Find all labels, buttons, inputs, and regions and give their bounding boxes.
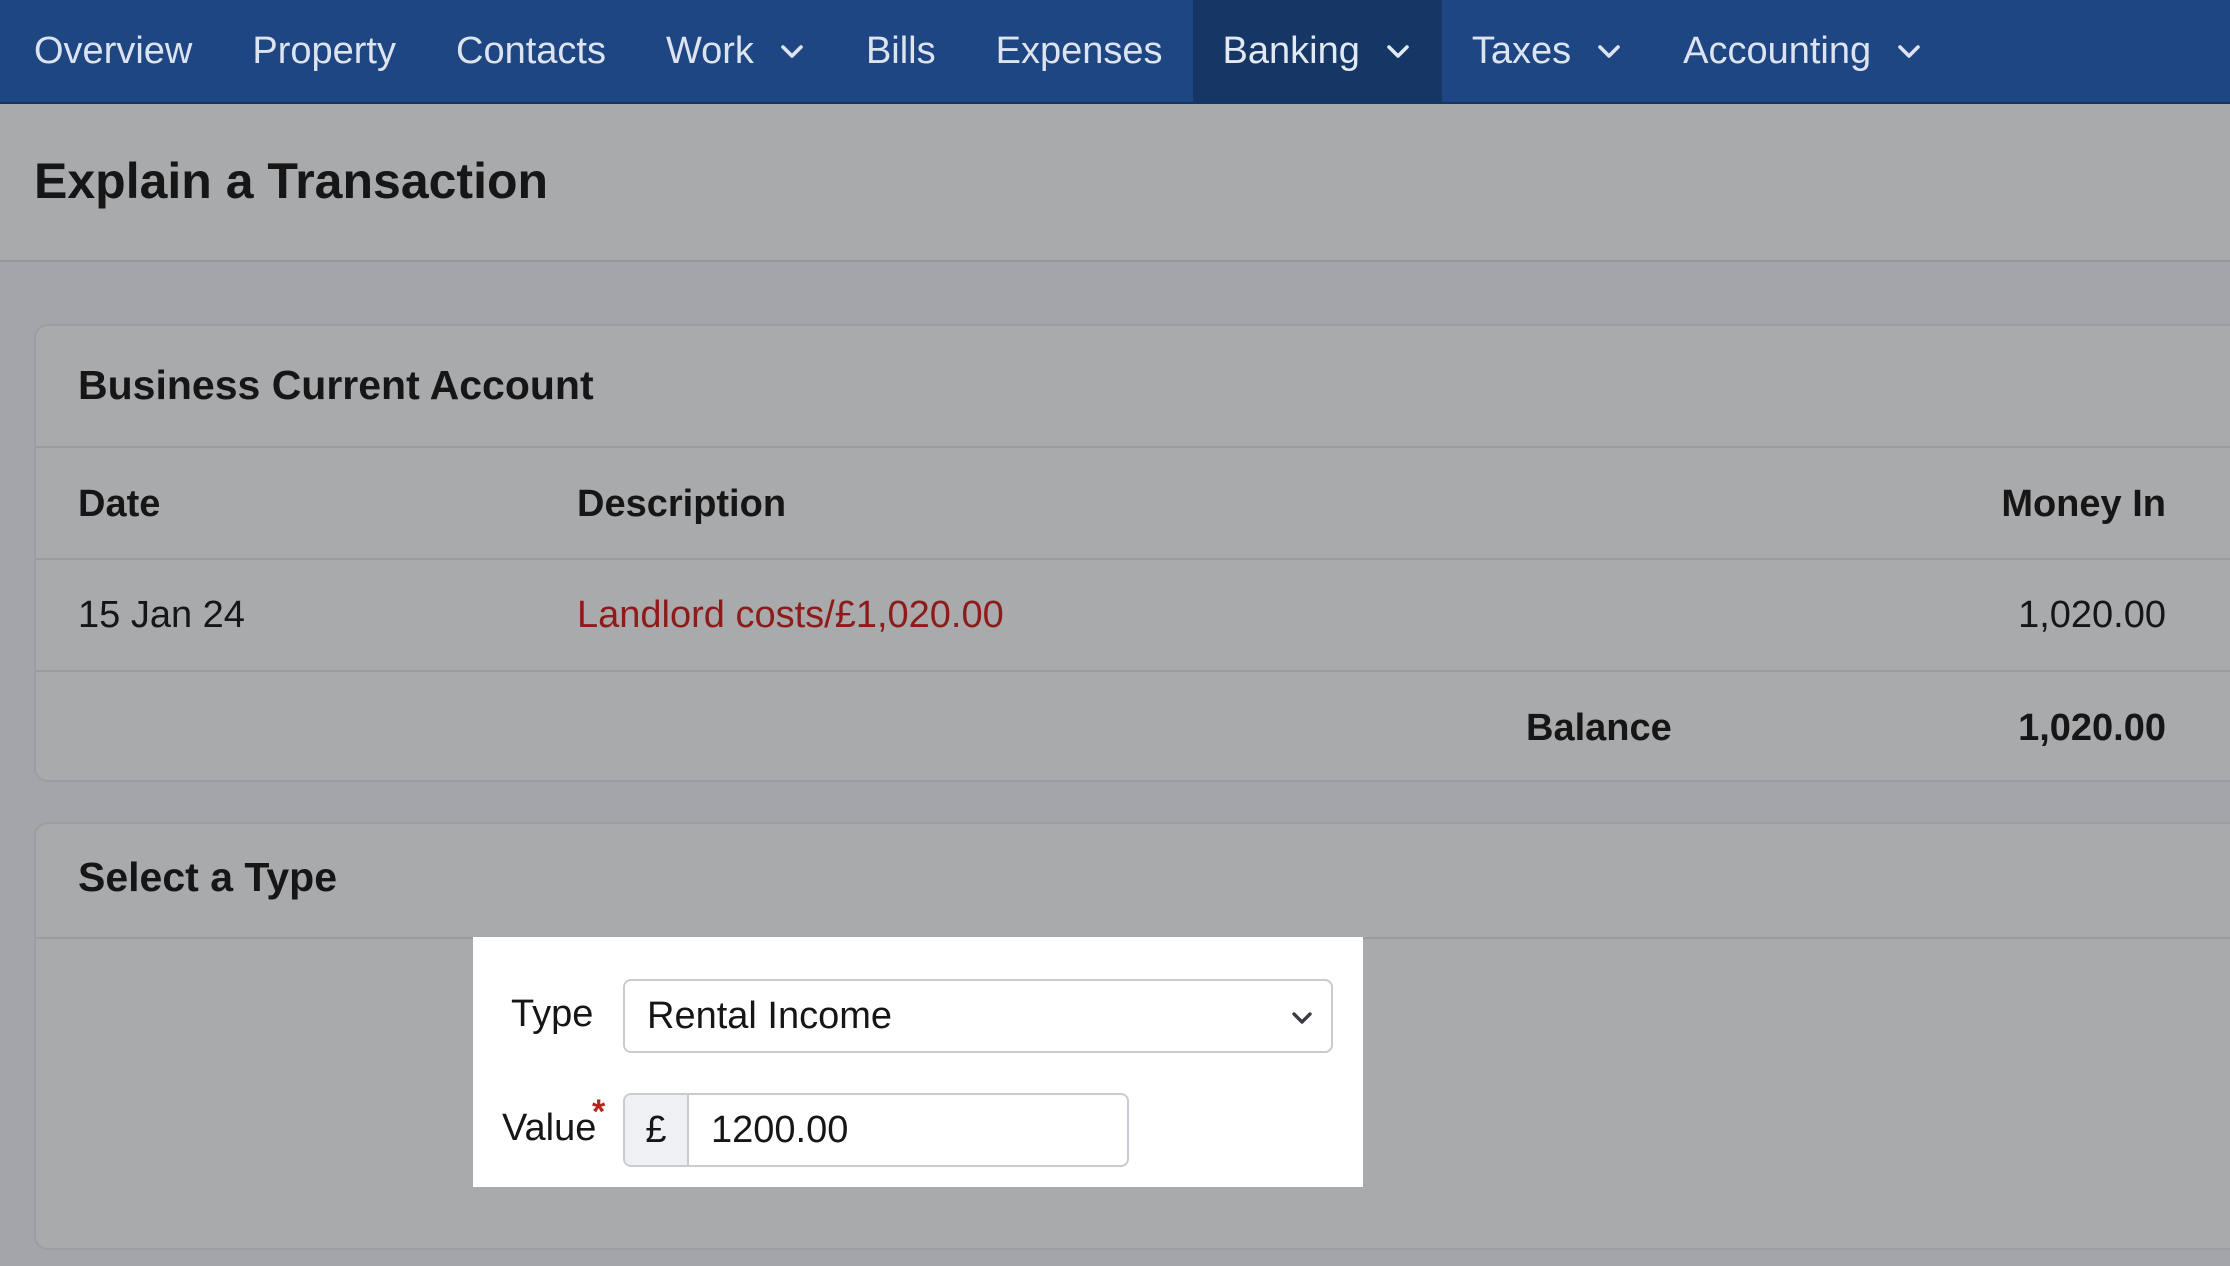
divider <box>36 558 2230 560</box>
column-header-description: Description <box>577 483 787 525</box>
nav-item-property[interactable]: Property <box>222 0 426 102</box>
nav-item-banking[interactable]: Banking <box>1192 0 1442 102</box>
row-description-link[interactable]: Landlord costs/£1,020.00 <box>577 594 1004 637</box>
type-select-value: Rental Income <box>647 995 893 1037</box>
nav-item-label: Taxes <box>1471 29 1572 72</box>
type-form: Type Rental Income Value * £ <box>473 937 1363 1187</box>
nav-item-label: Contacts <box>456 29 606 72</box>
chevron-down-icon <box>1289 1005 1315 1031</box>
nav-item-overview[interactable]: Overview <box>0 0 222 102</box>
divider <box>36 670 2230 672</box>
divider <box>36 446 2230 448</box>
type-label: Type <box>511 993 594 1035</box>
nav-item-contacts[interactable]: Contacts <box>426 0 636 102</box>
page-header: Explain a Transaction <box>0 104 2230 262</box>
nav-item-bills[interactable]: Bills <box>836 0 966 102</box>
nav-item-expenses[interactable]: Expenses <box>966 0 1193 102</box>
nav-item-label: Property <box>252 29 396 72</box>
row-date: 15 Jan 24 <box>78 594 245 636</box>
balance-value: 1,020.00 <box>2018 707 2166 749</box>
nav-item-label: Expenses <box>995 29 1163 72</box>
top-nav: Overview Property Contacts Work Bills Ex… <box>0 0 2230 104</box>
value-input-group: £ <box>623 1093 1129 1167</box>
type-select[interactable]: Rental Income <box>623 979 1333 1053</box>
chevron-down-icon <box>1895 37 1923 65</box>
row-money-in: 1,020.00 <box>2018 594 2166 636</box>
account-card: Business Current Account Date Descriptio… <box>34 324 2230 782</box>
type-card-title: Select a Type <box>78 854 338 900</box>
balance-label: Balance <box>1526 707 1672 749</box>
nav-item-label: Accounting <box>1683 29 1872 72</box>
account-card-title: Business Current Account <box>78 362 594 408</box>
nav-item-label: Overview <box>34 29 193 72</box>
page-title: Explain a Transaction <box>34 153 549 209</box>
nav-item-label: Bills <box>865 29 936 72</box>
column-header-money-in: Money In <box>2001 483 2166 525</box>
nav-item-taxes[interactable]: Taxes <box>1442 0 1653 102</box>
required-marker: * <box>592 1093 606 1131</box>
nav-item-label: Banking <box>1222 29 1360 72</box>
value-input[interactable] <box>691 1095 1127 1165</box>
column-header-date: Date <box>78 483 161 525</box>
nav-item-work[interactable]: Work <box>636 0 836 102</box>
nav-item-accounting[interactable]: Accounting <box>1653 0 1953 102</box>
currency-prefix: £ <box>625 1095 689 1165</box>
chevron-down-icon <box>1384 37 1412 65</box>
chevron-down-icon <box>1595 37 1623 65</box>
nav-item-label: Work <box>665 29 754 72</box>
value-label: Value <box>502 1107 597 1149</box>
chevron-down-icon <box>778 37 806 65</box>
